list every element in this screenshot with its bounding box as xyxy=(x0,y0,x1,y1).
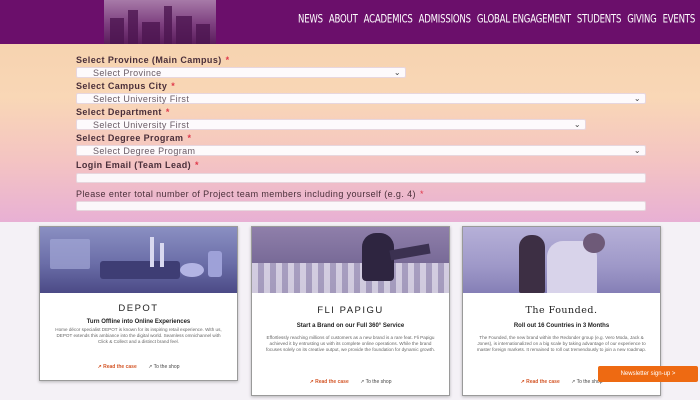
read-case-link[interactable]: ↗ Read the case xyxy=(521,379,560,385)
card-brand: The Founded. xyxy=(525,305,598,316)
site-logo[interactable] xyxy=(104,0,216,44)
nav-about[interactable]: ABOUT xyxy=(329,13,358,26)
read-case-link[interactable]: ↗ Read the case xyxy=(310,379,349,385)
team-members-input[interactable] xyxy=(76,201,646,211)
department-label: Select Department * xyxy=(76,107,170,117)
card-brand: DEPOT xyxy=(118,303,159,314)
newsletter-signup-button[interactable]: Newsletter sign-up > xyxy=(598,366,698,382)
degree-program-label: Select Degree Program * xyxy=(76,133,192,143)
card-description: Home décor specialist DEPOT is known for… xyxy=(55,327,222,344)
card-description: Effortlessly reaching millions of custom… xyxy=(265,335,436,352)
nav-academics[interactable]: ACADEMICS xyxy=(364,13,413,26)
main-nav: NEWS ABOUT ACADEMICS ADMISSIONS GLOBAL E… xyxy=(298,13,696,26)
campus-city-select[interactable]: Select University First ⌄ xyxy=(76,93,646,104)
read-case-link[interactable]: ↗ Read the case xyxy=(98,364,137,370)
nav-giving[interactable]: GIVING xyxy=(627,13,657,26)
login-email-input[interactable] xyxy=(76,173,646,183)
team-members-label: Please enter total number of Project tea… xyxy=(76,189,424,199)
case-card-depot: DEPOT Turn Offline into Online Experienc… xyxy=(39,226,238,381)
logo-building xyxy=(164,6,172,44)
card-description: The Founded, the new brand within the Re… xyxy=(476,335,647,352)
registration-form: Select Province (Main Campus) * Select Pr… xyxy=(0,44,700,222)
nav-events[interactable]: EVENTS xyxy=(663,13,696,26)
province-label: Select Province (Main Campus) * xyxy=(76,55,230,65)
logo-building xyxy=(196,24,210,44)
case-card-fli-papigu: FLI PAPIGU Start a Brand on our Full 360… xyxy=(251,226,450,396)
chevron-down-icon: ⌄ xyxy=(393,68,401,77)
to-shop-link[interactable]: ↗ To the shop xyxy=(148,364,179,370)
fli-papigu-image xyxy=(252,227,449,293)
campus-city-label: Select Campus City * xyxy=(76,81,176,91)
logo-building xyxy=(176,16,192,44)
degree-program-select[interactable]: Select Degree Program ⌄ xyxy=(76,145,646,156)
depot-image xyxy=(40,227,237,293)
nav-students[interactable]: STUDENTS xyxy=(577,13,622,26)
top-navigation-bar: NEWS ABOUT ACADEMICS ADMISSIONS GLOBAL E… xyxy=(0,0,700,44)
chevron-down-icon: ⌄ xyxy=(633,94,641,103)
department-select[interactable]: Select University First ⌄ xyxy=(76,119,586,130)
card-links: ↗ Read the case ↗ To the shop xyxy=(40,364,237,370)
logo-building xyxy=(142,22,160,44)
chevron-down-icon: ⌄ xyxy=(573,120,581,129)
to-shop-link[interactable]: ↗ To the shop xyxy=(360,379,391,385)
card-tagline: Start a Brand on our Full 360° Service xyxy=(296,323,405,329)
nav-admissions[interactable]: ADMISSIONS xyxy=(419,13,471,26)
card-brand: FLI PAPIGU xyxy=(317,305,384,316)
chevron-down-icon: ⌄ xyxy=(633,146,641,155)
card-links: ↗ Read the case ↗ To the shop xyxy=(252,379,449,385)
card-tagline: Roll out 16 Countries in 3 Months xyxy=(513,323,610,329)
card-tagline: Turn Offline into Online Experiences xyxy=(86,319,191,325)
the-founded-image xyxy=(463,227,660,293)
nav-news[interactable]: NEWS xyxy=(298,13,323,26)
nav-global-engagement[interactable]: GLOBAL ENGAGEMENT xyxy=(477,13,571,26)
logo-building xyxy=(110,18,124,44)
logo-building xyxy=(128,10,138,44)
login-email-label: Login Email (Team Lead) * xyxy=(76,160,199,170)
province-select[interactable]: Select Province ⌄ xyxy=(76,67,406,78)
